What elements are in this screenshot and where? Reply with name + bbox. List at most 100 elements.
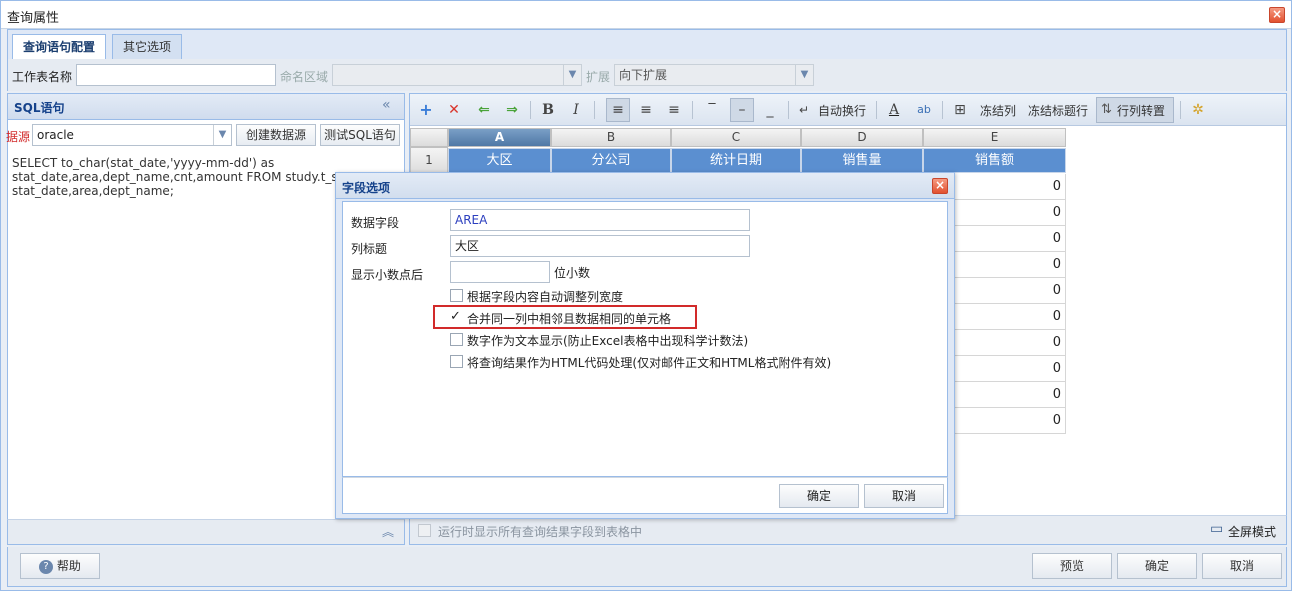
auto-width-checkbox[interactable]	[450, 289, 463, 302]
header-cell-b[interactable]: 分公司	[551, 148, 671, 173]
align-center-icon[interactable]: ≡	[636, 100, 656, 120]
align-left-icon[interactable]: ≡	[606, 98, 630, 122]
preview-button[interactable]: 预览	[1032, 553, 1112, 579]
toolbar-separator	[788, 101, 789, 119]
header-cell-a[interactable]: 大区	[448, 148, 551, 173]
sql-panel-header: SQL语句 «	[8, 94, 404, 120]
dialog-close-icon[interactable]: ×	[932, 178, 948, 194]
dialog-titlebar: 字段选项 ×	[336, 173, 954, 199]
datasource-value: oracle	[37, 128, 74, 142]
borders-icon[interactable]: ⊞	[950, 100, 970, 120]
create-datasource-button[interactable]: 创建数据源	[236, 124, 316, 146]
sheet-name-input[interactable]	[76, 64, 276, 86]
merge-cells-label: 合并同一列中相邻且数据相同的单元格	[467, 312, 672, 326]
close-icon[interactable]: ×	[1269, 7, 1285, 23]
grid-corner	[410, 128, 448, 147]
italic-icon[interactable]: I	[566, 100, 586, 120]
header-cell-c[interactable]: 统计日期	[671, 148, 801, 173]
show-all-fields-label: 运行时显示所有查询结果字段到表格中	[438, 525, 643, 539]
test-sql-button[interactable]: 测试SQL语句	[320, 124, 400, 146]
show-all-fields-checkbox[interactable]	[418, 524, 431, 537]
decimal-input[interactable]	[450, 261, 550, 283]
expand-select[interactable]: 向下扩展 ▼	[614, 64, 814, 86]
decimal-suffix: 位小数	[554, 266, 591, 280]
fullscreen-button[interactable]: 全屏模式	[1228, 523, 1276, 540]
column-header-d[interactable]: D	[801, 128, 923, 147]
toolbar-separator	[942, 101, 943, 119]
designer-toolbar: + ✕ ⇐ ⇒ B I ≡ ≡ ≡ ‾ – _ ↵ 自动换行 A ab ⊞ 冻结…	[410, 94, 1286, 126]
transpose-button[interactable]: ⇅ 行列转置	[1096, 97, 1174, 123]
align-right-icon[interactable]: ≡	[664, 100, 684, 120]
transpose-icon: ⇅	[1101, 102, 1112, 117]
window-title: 查询属性	[7, 11, 60, 26]
designer-footer: 运行时显示所有查询结果字段到表格中 ▭ 全屏模式	[409, 515, 1287, 545]
data-field-label: 数据字段	[351, 216, 400, 230]
align-bottom-icon[interactable]: _	[760, 100, 780, 120]
delete-icon[interactable]: ✕	[444, 100, 464, 120]
cancel-button[interactable]: 取消	[1202, 553, 1282, 579]
row-header-1[interactable]: 1	[410, 147, 448, 174]
dialog-cancel-button[interactable]: 取消	[864, 484, 944, 508]
sql-panel-footer: ︽	[7, 519, 405, 545]
align-middle-icon[interactable]: –	[730, 98, 754, 122]
expand-label: 扩展	[586, 70, 611, 84]
number-as-text-checkbox[interactable]	[450, 333, 463, 346]
header-cell-e[interactable]: 销售额	[923, 148, 1066, 173]
chevron-down-icon[interactable]: ▼	[213, 125, 231, 145]
form-row: 工作表名称 命名区域 ▼ 扩展 向下扩展 ▼	[7, 59, 1287, 91]
check-icon[interactable]: ✓	[450, 309, 461, 324]
dialog-footer: 确定 取消	[342, 477, 948, 514]
transpose-label: 行列转置	[1117, 104, 1166, 118]
toolbar-separator	[530, 101, 531, 119]
html-code-label: 将查询结果作为HTML代码处理(仅对邮件正文和HTML格式附件有效)	[467, 356, 832, 370]
chevron-down-icon[interactable]: ▼	[795, 65, 813, 85]
wrap-text-button[interactable]: 自动换行	[818, 102, 866, 119]
tab-bar: 查询语句配置 其它选项	[7, 29, 1287, 61]
ok-button[interactable]: 确定	[1117, 553, 1197, 579]
bold-icon[interactable]: B	[538, 100, 558, 120]
tab-other-options[interactable]: 其它选项	[112, 34, 183, 60]
highlight-icon[interactable]: ab	[914, 100, 934, 120]
fullscreen-icon[interactable]: ▭	[1210, 521, 1223, 537]
tab-query-config[interactable]: 查询语句配置	[12, 34, 107, 61]
auto-width-label: 根据字段内容自动调整列宽度	[467, 290, 624, 304]
toolbar-separator	[1180, 101, 1181, 119]
datasource-select[interactable]: oracle ▼	[32, 124, 232, 146]
dialog-title: 字段选项	[342, 181, 391, 195]
add-icon[interactable]: +	[416, 100, 436, 120]
column-title-label: 列标题	[351, 242, 388, 256]
expand-value: 向下扩展	[619, 68, 668, 82]
arrow-left-icon[interactable]: ⇐	[474, 100, 494, 120]
html-code-checkbox[interactable]	[450, 355, 463, 368]
dialog-ok-button[interactable]: 确定	[779, 484, 859, 508]
header-cell-d[interactable]: 销售量	[801, 148, 923, 173]
datasource-label: 据源	[6, 130, 31, 144]
window-titlebar: 查询属性 ×	[1, 1, 1291, 29]
help-button[interactable]: ? 帮助	[20, 553, 100, 579]
align-top-icon[interactable]: ‾	[702, 100, 722, 120]
column-header-c[interactable]: C	[671, 128, 801, 147]
bottom-bar: ? 帮助 预览 确定 取消	[7, 547, 1287, 587]
field-options-dialog: 字段选项 × 数据字段 AREA 列标题 大区 显示小数点后 位小数 根据字段内…	[335, 172, 955, 519]
column-title-input[interactable]: 大区	[450, 235, 750, 257]
wrap-text-icon[interactable]: ↵	[794, 100, 814, 120]
column-header-a[interactable]: A	[448, 128, 551, 147]
help-label: 帮助	[56, 559, 81, 573]
named-range-select[interactable]: ▼	[332, 64, 582, 86]
column-header-e[interactable]: E	[923, 128, 1066, 147]
decimal-label: 显示小数点后	[351, 268, 424, 282]
sql-panel-title: SQL语句	[14, 101, 65, 115]
expand-up-icon[interactable]: ︽	[382, 523, 394, 540]
collapse-left-icon[interactable]: «	[382, 97, 391, 113]
query-properties-window: 查询属性 × 查询语句配置 其它选项 工作表名称 命名区域 ▼ 扩展 向下扩展 …	[0, 0, 1292, 591]
toolbar-separator	[876, 101, 877, 119]
data-field-input[interactable]: AREA	[450, 209, 750, 231]
arrow-right-icon[interactable]: ⇒	[502, 100, 522, 120]
gear-icon[interactable]: ✲	[1188, 100, 1208, 120]
freeze-title-row-button[interactable]: 冻结标题行	[1028, 102, 1088, 119]
chevron-down-icon[interactable]: ▼	[563, 65, 581, 85]
column-header-b[interactable]: B	[551, 128, 671, 147]
font-color-icon[interactable]: A	[884, 100, 904, 120]
freeze-column-button[interactable]: 冻结列	[980, 102, 1016, 119]
dialog-body: 数据字段 AREA 列标题 大区 显示小数点后 位小数 根据字段内容自动调整列宽…	[342, 201, 948, 477]
